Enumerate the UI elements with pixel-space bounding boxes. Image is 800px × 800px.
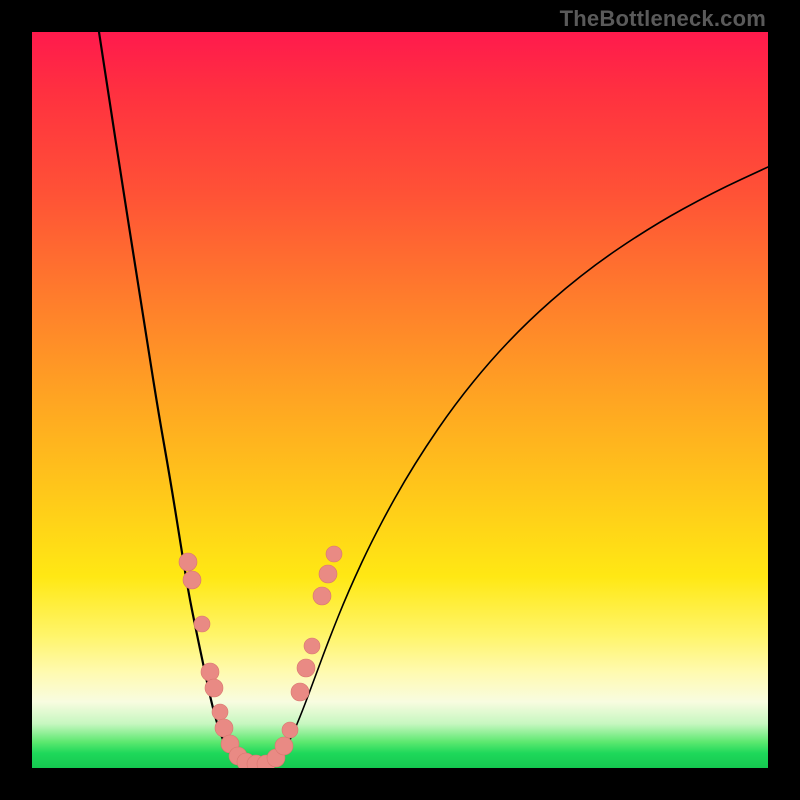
marker-dot (215, 719, 233, 737)
marker-dot (183, 571, 201, 589)
marker-dot (275, 737, 293, 755)
curve-group (99, 32, 768, 764)
left-curve-path (99, 32, 238, 762)
marker-group (179, 546, 342, 768)
marker-dot (291, 683, 309, 701)
marker-dot (313, 587, 331, 605)
chart-svg (32, 32, 768, 768)
marker-dot (179, 553, 197, 571)
marker-dot (212, 704, 228, 720)
chart-frame (32, 32, 768, 768)
marker-dot (205, 679, 223, 697)
marker-dot (326, 546, 342, 562)
marker-dot (319, 565, 337, 583)
marker-dot (194, 616, 210, 632)
right-curve-path (276, 167, 768, 762)
marker-dot (304, 638, 320, 654)
marker-dot (201, 663, 219, 681)
watermark-text: TheBottleneck.com (560, 6, 766, 32)
marker-dot (297, 659, 315, 677)
marker-dot (282, 722, 298, 738)
